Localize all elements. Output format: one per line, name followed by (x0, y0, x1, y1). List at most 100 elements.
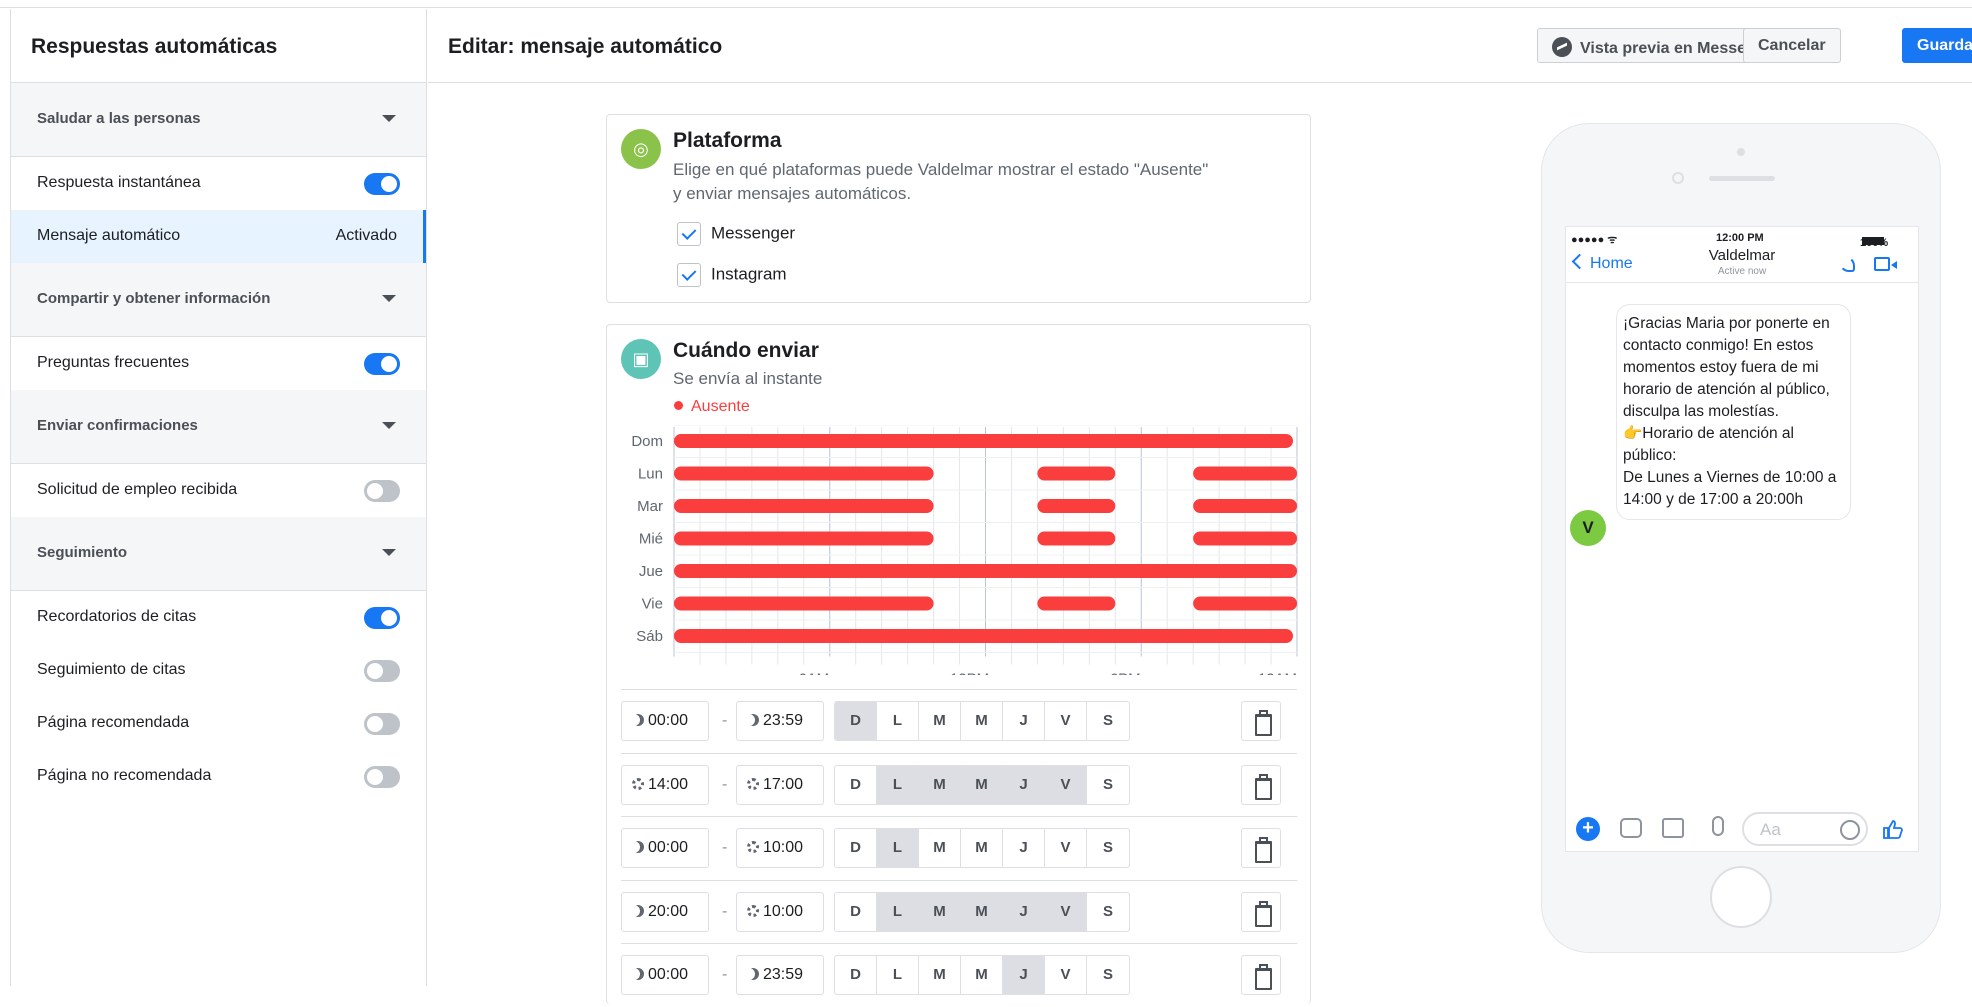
day-toggle[interactable]: J (1003, 829, 1045, 867)
day-toggle[interactable]: V (1045, 892, 1087, 931)
day-toggle[interactable]: M (961, 765, 1003, 804)
solicitud-empleo-toggle[interactable] (364, 480, 400, 502)
trash-icon[interactable] (1241, 764, 1281, 805)
day-toggle[interactable]: M (919, 765, 961, 804)
day-toggle[interactable]: D (835, 829, 877, 867)
image-icon[interactable] (1662, 818, 1684, 838)
when-subtitle: Se envía al instante (673, 369, 823, 388)
day-toggle[interactable]: D (835, 702, 877, 740)
battery-icon (1862, 237, 1884, 245)
message-input[interactable]: Aa (1742, 812, 1868, 846)
day-toggle[interactable]: V (1045, 765, 1087, 804)
emoji-icon[interactable] (1840, 820, 1860, 840)
messenger-checkbox[interactable] (677, 222, 701, 246)
end-time-input[interactable]: 23:59 (736, 701, 824, 741)
home-button[interactable] (1710, 866, 1772, 928)
sidebar-item-respuesta-instantanea[interactable]: Respuesta instantánea (11, 157, 426, 210)
messenger-checkbox-row[interactable]: Messenger (677, 222, 795, 246)
start-time-input[interactable]: 00:00 (621, 828, 709, 868)
end-time-input[interactable]: 23:59 (736, 955, 824, 995)
window-top-bar (0, 0, 1972, 8)
cancel-button[interactable]: Cancelar (1743, 28, 1841, 63)
day-selector: DLMMJVS (834, 955, 1130, 995)
trash-icon[interactable] (1241, 955, 1281, 995)
camera-icon[interactable] (1620, 818, 1642, 838)
time-separator: - (722, 902, 728, 920)
start-time-input[interactable]: 00:00 (621, 955, 709, 995)
away-bar (674, 596, 934, 611)
chevron-down-icon (382, 295, 396, 302)
day-toggle[interactable]: M (919, 829, 961, 867)
trash-icon[interactable] (1241, 701, 1281, 741)
legend-label: Ausente (691, 398, 750, 415)
preguntas-frecuentes-toggle[interactable] (364, 353, 400, 375)
day-toggle[interactable]: M (961, 702, 1003, 740)
day-toggle[interactable]: M (919, 892, 961, 931)
recordatorios-citas-toggle[interactable] (364, 607, 400, 629)
section-saludar[interactable]: Saludar a las personas (11, 83, 426, 157)
pagina-recomendada-toggle[interactable] (364, 713, 400, 735)
seguimiento-citas-toggle[interactable] (364, 660, 400, 682)
thumbs-up-icon[interactable] (1882, 818, 1904, 840)
sidebar-item-solicitud-empleo[interactable]: Solicitud de empleo recibida (11, 464, 426, 517)
sidebar-item-label: Preguntas frecuentes (37, 354, 190, 371)
sidebar-item-pagina-no-recomendada[interactable]: Página no recomendada (11, 750, 426, 803)
day-label: Mié (639, 531, 663, 548)
day-toggle[interactable]: M (919, 956, 961, 994)
start-time: 20:00 (648, 902, 689, 920)
respuesta-instantanea-toggle[interactable] (364, 173, 400, 195)
day-toggle[interactable]: L (877, 765, 919, 804)
trash-icon[interactable] (1241, 891, 1281, 932)
input-placeholder: Aa (1760, 820, 1781, 839)
day-toggle[interactable]: V (1045, 956, 1087, 994)
day-toggle[interactable]: J (1003, 765, 1045, 804)
start-time-input[interactable]: 20:00 (621, 891, 709, 932)
day-toggle[interactable]: L (877, 829, 919, 867)
start-time-input[interactable]: 00:00 (621, 701, 709, 741)
day-toggle[interactable]: J (1003, 892, 1045, 931)
section-seguimiento[interactable]: Seguimiento (11, 517, 426, 591)
away-bar (1037, 596, 1116, 611)
sidebar-item-mensaje-automatico[interactable]: Mensaje automático Activado (11, 210, 426, 263)
day-toggle[interactable]: L (877, 956, 919, 994)
schedule-row: 20:00-10:00 D L M M J V S (621, 879, 1297, 944)
chevron-down-icon (382, 115, 396, 122)
day-toggle[interactable]: S (1087, 893, 1129, 931)
page-title: Editar: mensaje automático (448, 35, 723, 58)
end-time-input[interactable]: 10:00 (736, 828, 824, 868)
day-toggle[interactable]: M (961, 829, 1003, 867)
section-compartir[interactable]: Compartir y obtener información (11, 263, 426, 337)
day-toggle[interactable]: J (1003, 956, 1045, 994)
day-toggle[interactable]: M (961, 956, 1003, 994)
sidebar-item-seguimiento-citas[interactable]: Seguimiento de citas (11, 644, 426, 697)
end-time-input[interactable]: 10:00 (736, 891, 824, 932)
trash-icon[interactable] (1241, 828, 1281, 868)
instagram-checkbox[interactable] (677, 263, 701, 287)
sidebar-item-recordatorios-citas[interactable]: Recordatorios de citas (11, 591, 426, 644)
section-confirmaciones[interactable]: Enviar confirmaciones (11, 390, 426, 464)
day-toggle[interactable]: S (1087, 829, 1129, 867)
end-time-input[interactable]: 17:00 (736, 764, 824, 805)
microphone-icon[interactable] (1712, 816, 1724, 836)
day-toggle[interactable]: M (919, 702, 961, 740)
plus-icon[interactable]: + (1576, 817, 1600, 841)
pagina-no-recomendada-toggle[interactable] (364, 766, 400, 788)
day-toggle[interactable]: M (961, 892, 1003, 931)
day-toggle[interactable]: V (1045, 829, 1087, 867)
save-button[interactable]: Guardar (1902, 28, 1972, 63)
day-toggle[interactable]: D (835, 956, 877, 994)
day-toggle[interactable]: S (1087, 956, 1129, 994)
day-toggle[interactable]: S (1087, 766, 1129, 804)
sidebar-item-pagina-recomendada[interactable]: Página recomendada (11, 697, 426, 750)
day-toggle[interactable]: L (877, 892, 919, 931)
day-toggle[interactable]: S (1087, 702, 1129, 740)
day-toggle[interactable]: V (1045, 702, 1087, 740)
sidebar-item-preguntas-frecuentes[interactable]: Preguntas frecuentes (11, 337, 426, 390)
day-toggle[interactable]: L (877, 702, 919, 740)
video-call-icon[interactable] (1874, 257, 1897, 271)
start-time-input[interactable]: 14:00 (621, 764, 709, 805)
day-toggle[interactable]: D (835, 765, 877, 804)
day-toggle[interactable]: D (835, 892, 877, 931)
instagram-checkbox-row[interactable]: Instagram (677, 263, 787, 287)
day-toggle[interactable]: J (1003, 702, 1045, 740)
